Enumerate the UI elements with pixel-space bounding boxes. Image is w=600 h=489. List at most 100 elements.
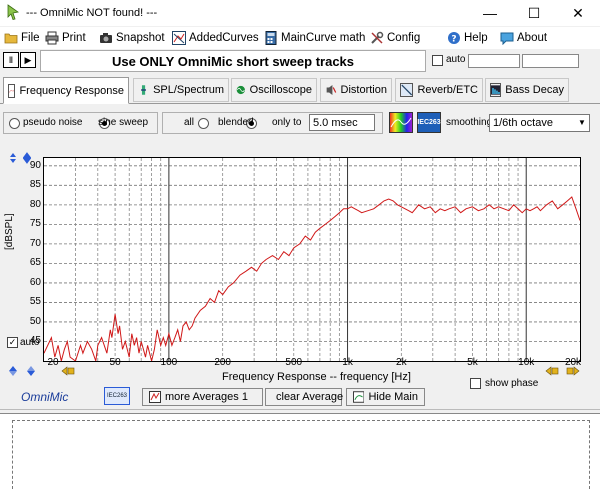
omnimic-logo: OmniMic	[21, 390, 69, 404]
all-label: all	[184, 117, 195, 128]
tab-reverb-etc[interactable]: Reverb/ETC	[395, 78, 483, 102]
y-tick-label: 85	[29, 179, 41, 191]
clear-average-label: clear Average	[276, 391, 344, 403]
calculator-icon	[265, 31, 277, 45]
menu-about[interactable]: About	[500, 30, 547, 46]
menu-maincurve-math[interactable]: MainCurve math	[264, 30, 365, 46]
hide-main-icon	[353, 391, 365, 403]
window-title: --- OmniMic NOT found! ---	[26, 7, 158, 19]
blended-label: blended	[218, 117, 254, 128]
pseudo-noise-radio[interactable]	[9, 118, 20, 129]
tab-spl-spectrum-label: SPL/Spectrum	[153, 84, 224, 96]
secondary-plot-area[interactable]	[12, 420, 590, 489]
maximize-button[interactable]: ☐	[512, 0, 556, 26]
menu-snapshot-label: Snapshot	[116, 32, 165, 44]
smoothing-select[interactable]: 1/6th octave ▼	[489, 114, 590, 132]
x-tick-label: 200	[214, 357, 231, 368]
menu-maincurve-math-label: MainCurve math	[281, 32, 366, 44]
menu-config-label: Config	[387, 32, 421, 44]
y-tick-label: 90	[29, 159, 41, 171]
bottom-divider	[0, 409, 600, 410]
menu-config[interactable]: Config	[370, 30, 420, 46]
y-tick-label: 60	[29, 276, 41, 288]
frequency-response-curve	[44, 196, 580, 361]
bass-decay-icon	[490, 83, 502, 97]
pseudo-noise-label: pseudo noise	[23, 117, 83, 128]
play-button[interactable]: ▶	[20, 52, 36, 68]
hide-main-button[interactable]: Hide Main	[346, 388, 425, 406]
menu-print-label: Print	[62, 32, 86, 44]
tab-frequency-response[interactable]: Frequency Response	[3, 77, 129, 104]
window-time-input[interactable]: 5.0 msec	[309, 114, 375, 131]
y-tick-label: 55	[29, 296, 41, 308]
tab-frequency-response-label: Frequency Response	[19, 84, 124, 97]
reverb-icon	[400, 83, 414, 97]
y-tick-label: 45	[29, 335, 41, 347]
frequency-response-plot[interactable]	[43, 157, 581, 362]
x-tick-label: 20k	[564, 357, 582, 368]
iec-small-icon[interactable]: IEC263	[104, 387, 130, 405]
tab-reverb-etc-label: Reverb/ETC	[417, 84, 478, 96]
top-field-1[interactable]	[468, 54, 520, 68]
clear-average-button[interactable]: clear Average	[265, 388, 344, 406]
show-phase-label: show phase	[485, 378, 539, 389]
menu-file-label: File	[21, 32, 40, 44]
iec-button-label: IEC263	[417, 119, 441, 126]
y-tick-label: 80	[29, 198, 41, 210]
x-tick-label: 100	[160, 357, 178, 368]
tab-distortion[interactable]: Distortion	[320, 78, 392, 102]
auto-checkbox-top[interactable]	[432, 55, 443, 66]
chat-icon	[500, 32, 514, 45]
y-tick-label: 75	[29, 218, 41, 230]
minimize-button[interactable]: —	[468, 0, 512, 26]
spl-icon	[141, 85, 146, 95]
menu-addedcurves[interactable]: AddedCurves	[172, 30, 259, 46]
folder-icon	[4, 33, 18, 44]
more-averages-button[interactable]: more Averages 1	[142, 388, 263, 406]
y-tick-label: 70	[29, 237, 41, 249]
x-axis-label: Frequency Response -- frequency [Hz]	[222, 371, 411, 383]
more-averages-label: more Averages 1	[165, 391, 248, 403]
tab-oscilloscope-label: Oscilloscope	[249, 84, 312, 96]
auto-scale-checkbox[interactable]: ✓	[7, 337, 18, 348]
x-tick-label: 500	[285, 357, 303, 368]
tools-icon	[371, 31, 384, 44]
iec-small-label: IEC263	[106, 393, 127, 399]
y-axis-label: [dBSPL]	[4, 213, 15, 250]
tab-bass-decay-label: Bass Decay	[505, 84, 564, 96]
tab-spl-spectrum[interactable]: SPL/Spectrum	[133, 78, 229, 102]
shift-left-right-icon[interactable]	[545, 366, 559, 376]
menu-file[interactable]: File	[4, 30, 40, 46]
tab-oscilloscope[interactable]: Oscilloscope	[231, 78, 317, 102]
app-icon	[7, 4, 19, 20]
show-phase-checkbox[interactable]	[470, 378, 481, 389]
scroll-arrows-icon[interactable]	[9, 365, 37, 377]
chevron-down-icon: ▼	[578, 118, 586, 127]
menu-snapshot[interactable]: Snapshot	[99, 30, 165, 46]
freq-response-icon	[8, 83, 16, 98]
distortion-icon	[326, 85, 337, 95]
camera-icon	[100, 33, 112, 43]
menu-help-label: Help	[464, 32, 488, 44]
tab-bass-decay[interactable]: Bass Decay	[485, 78, 569, 102]
status-banner: Use ONLY OmniMic short sweep tracks	[40, 50, 426, 72]
oscilloscope-icon	[236, 85, 245, 95]
printer-icon	[45, 31, 59, 45]
close-button[interactable]: ✕	[556, 0, 600, 26]
x-tick-label: 2k	[396, 357, 407, 368]
only-to-label: only to	[272, 117, 302, 128]
iec-curve-button[interactable]: IEC263	[417, 112, 441, 133]
plot-canvas	[44, 158, 580, 361]
y-tick-label: 65	[29, 257, 41, 269]
menu-print[interactable]: Print	[45, 30, 86, 46]
menu-addedcurves-label: AddedCurves	[189, 32, 259, 44]
pause-button[interactable]: Ⅱ	[3, 52, 19, 68]
y-tick-label: 50	[29, 315, 41, 327]
menu-help[interactable]: ? Help	[447, 30, 488, 46]
x-tick-label: 1k	[342, 357, 353, 368]
x-tick-label: 5k	[467, 357, 478, 368]
color-spectrum-icon[interactable]	[389, 112, 413, 133]
smoothing-label: smoothing	[446, 117, 493, 128]
help-icon: ?	[448, 32, 460, 45]
top-field-2[interactable]	[522, 54, 579, 68]
